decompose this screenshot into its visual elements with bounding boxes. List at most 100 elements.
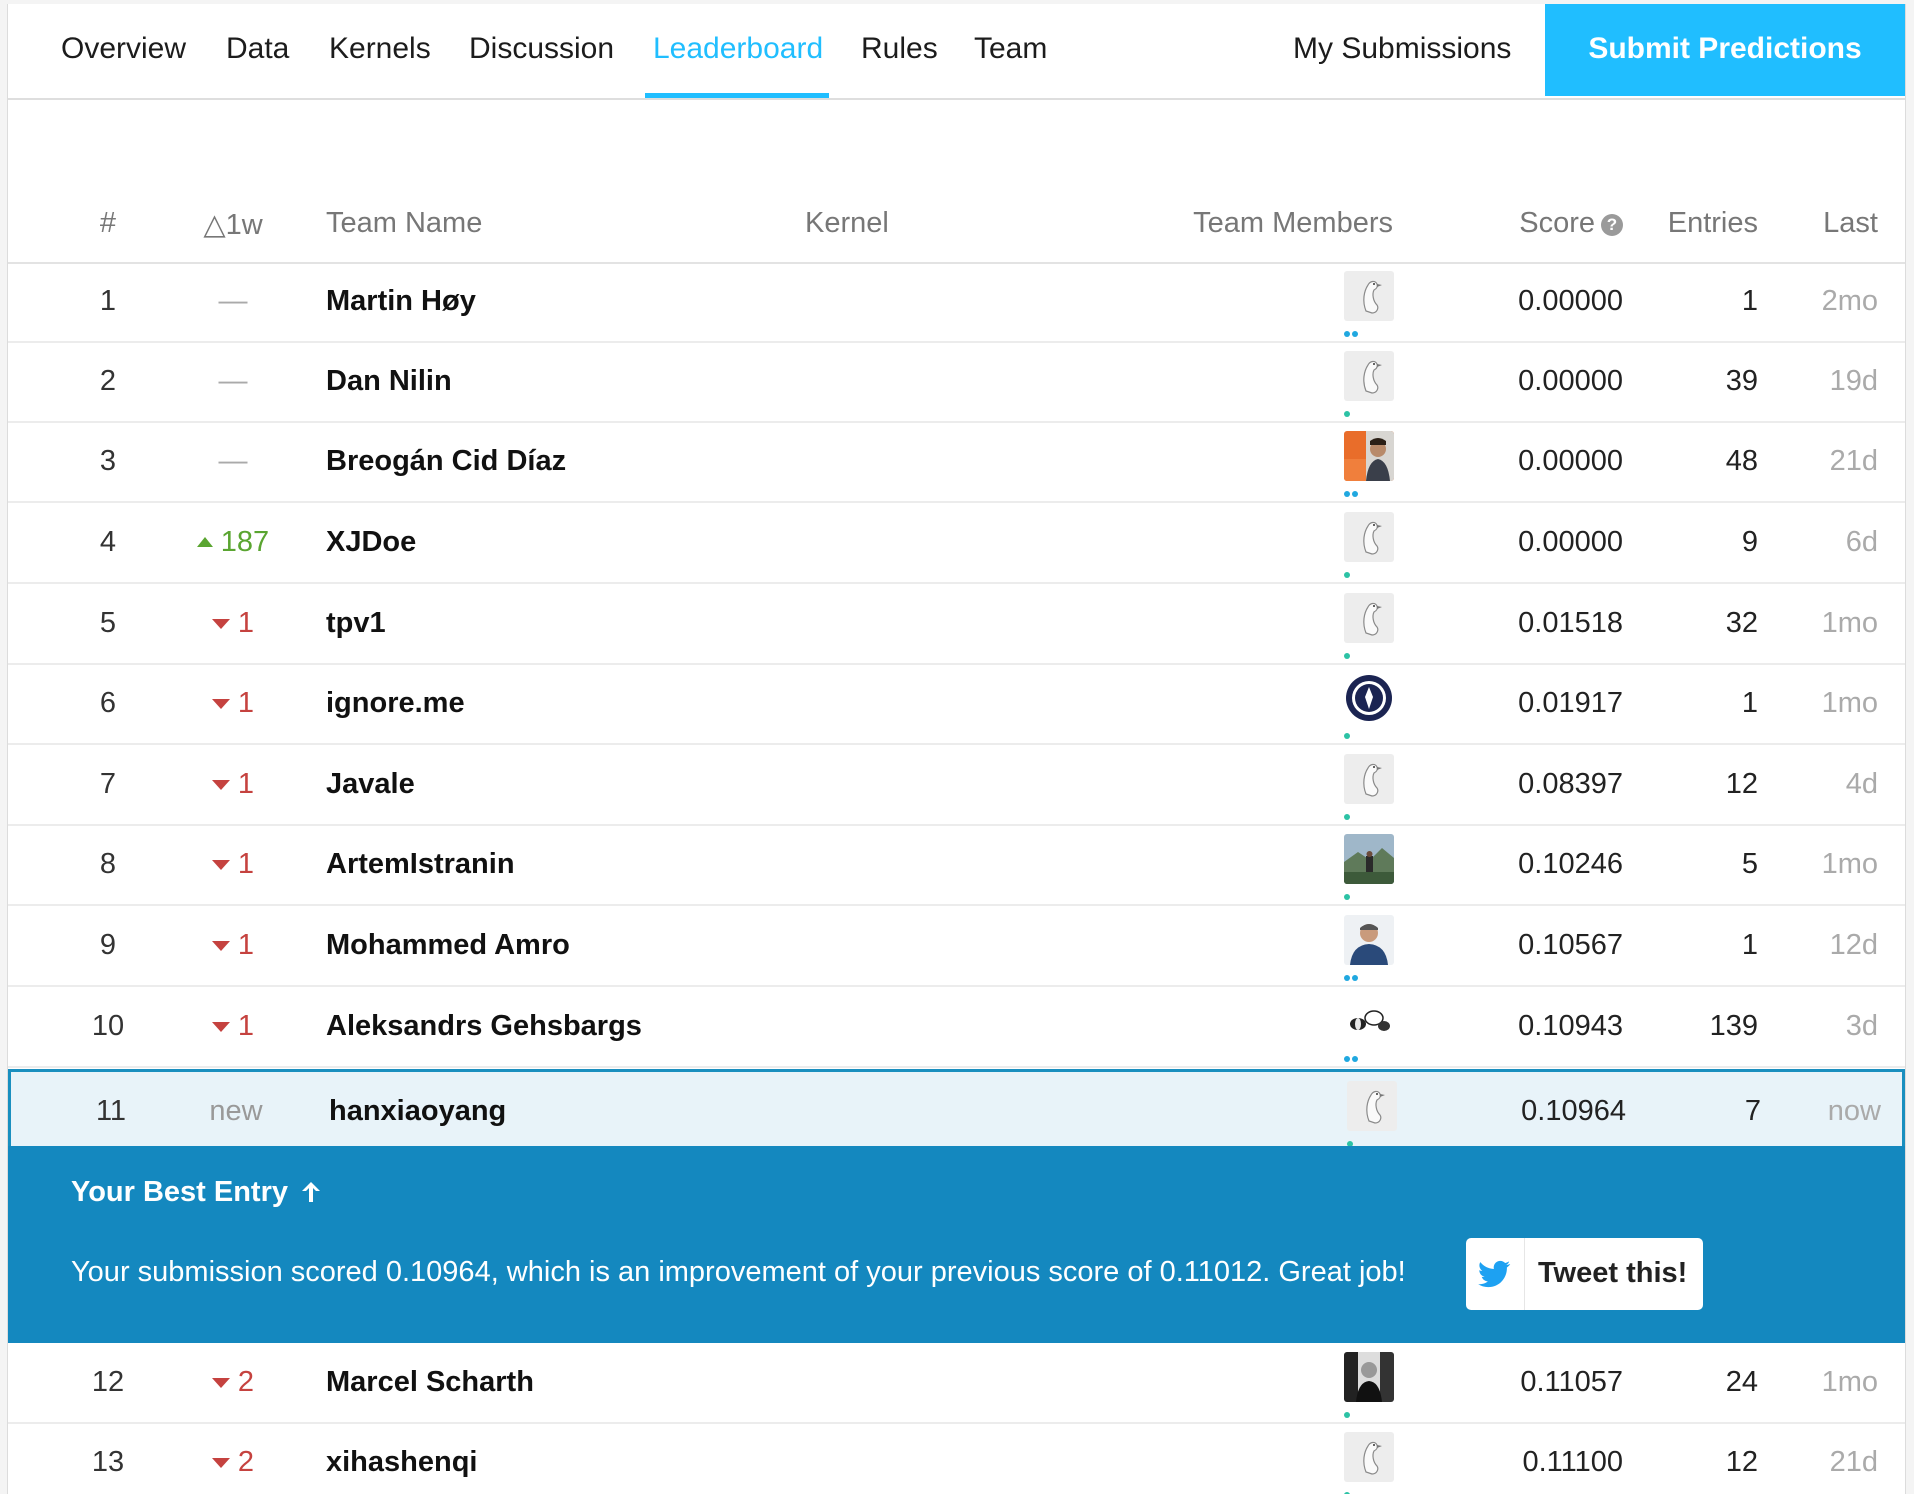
entries-cell: 32 bbox=[1725, 607, 1758, 639]
best-entry-title: Your Best Entry bbox=[71, 1176, 322, 1209]
team-name-link[interactable]: Aleksandrs Gehsbargs bbox=[326, 987, 642, 1066]
team-name-link[interactable]: Martin Høy bbox=[326, 262, 476, 341]
tab-kernels[interactable]: Kernels bbox=[329, 4, 431, 98]
team-member-avatar[interactable] bbox=[1344, 431, 1394, 481]
team-member-avatar[interactable] bbox=[1344, 593, 1394, 643]
leaderboard-header: # △1w Team Name Kernel Team Members Scor… bbox=[8, 189, 1905, 264]
tab-rules[interactable]: Rules bbox=[861, 4, 938, 98]
rank-cell: 10 bbox=[91, 1010, 125, 1042]
score-cell: 0.00000 bbox=[1518, 526, 1623, 558]
entries-cell: 9 bbox=[1741, 526, 1758, 558]
last-submission-cell: 1mo bbox=[1821, 607, 1878, 639]
change-cell: 2 bbox=[158, 1423, 308, 1494]
last-submission-cell: 2mo bbox=[1821, 285, 1878, 317]
team-member-avatar[interactable] bbox=[1344, 271, 1394, 321]
change-cell: 1 bbox=[158, 745, 308, 824]
member-status-dot bbox=[1352, 1056, 1358, 1062]
entries-cell: 48 bbox=[1725, 445, 1758, 477]
change-cell: 1 bbox=[158, 664, 308, 743]
team-name-link[interactable]: ignore.me bbox=[326, 664, 465, 743]
entries-cell: 39 bbox=[1725, 365, 1758, 397]
score-cell: 0.10943 bbox=[1518, 1010, 1623, 1042]
header-score: Score? bbox=[1498, 207, 1623, 240]
team-member-avatar[interactable] bbox=[1344, 996, 1394, 1046]
score-cell: 0.01917 bbox=[1518, 687, 1623, 719]
rank-cell: 11 bbox=[95, 1095, 127, 1127]
rank-cell: 4 bbox=[99, 526, 117, 558]
team-member-avatar[interactable] bbox=[1344, 915, 1394, 965]
best-entry-title-text: Your Best Entry bbox=[71, 1176, 289, 1208]
member-dots bbox=[1344, 968, 1360, 981]
rank-change-value: — bbox=[218, 285, 248, 317]
header-kernel: Kernel bbox=[805, 207, 889, 239]
rank-down-icon bbox=[211, 1378, 230, 1388]
change-cell: 1 bbox=[158, 987, 308, 1066]
rank-change-value: 1 bbox=[237, 687, 255, 719]
entries-cell: 1 bbox=[1741, 929, 1758, 961]
last-submission-cell: 1mo bbox=[1821, 1366, 1878, 1398]
change-cell: — bbox=[158, 342, 308, 421]
member-status-dot bbox=[1344, 411, 1350, 417]
team-name-link[interactable]: hanxiaoyang bbox=[329, 1072, 506, 1151]
my-submissions-link[interactable]: My Submissions bbox=[1293, 4, 1511, 98]
rank-down-icon bbox=[211, 1458, 230, 1468]
last-submission-cell: 4d bbox=[1845, 768, 1878, 800]
last-submission-cell: now bbox=[1827, 1095, 1881, 1127]
change-cell: 187 bbox=[158, 503, 308, 582]
rank-change-value: new bbox=[209, 1095, 263, 1127]
team-member-avatar[interactable] bbox=[1344, 754, 1394, 804]
help-icon[interactable]: ? bbox=[1601, 214, 1623, 236]
score-cell: 0.00000 bbox=[1518, 285, 1623, 317]
member-dots bbox=[1344, 1049, 1360, 1062]
team-name-link[interactable]: ArtemIstranin bbox=[326, 825, 515, 904]
score-cell: 0.10567 bbox=[1518, 929, 1623, 961]
rank-change-value: 2 bbox=[237, 1366, 255, 1398]
team-name-link[interactable]: tpv1 bbox=[326, 584, 386, 663]
team-name-link[interactable]: Marcel Scharth bbox=[326, 1343, 534, 1422]
member-status-dot bbox=[1344, 331, 1350, 337]
tab-discussion[interactable]: Discussion bbox=[469, 4, 614, 98]
team-member-avatar[interactable] bbox=[1344, 351, 1394, 401]
header-rank: # bbox=[99, 207, 117, 239]
submit-predictions-button[interactable]: Submit Predictions bbox=[1545, 4, 1905, 96]
entries-cell: 1 bbox=[1741, 687, 1758, 719]
member-dots bbox=[1344, 324, 1360, 337]
last-submission-cell: 19d bbox=[1829, 365, 1878, 397]
team-name-link[interactable]: Javale bbox=[326, 745, 415, 824]
member-dots bbox=[1344, 404, 1352, 417]
member-dots bbox=[1344, 484, 1360, 497]
tab-data[interactable]: Data bbox=[226, 4, 289, 98]
team-member-avatar[interactable] bbox=[1347, 1081, 1397, 1131]
rank-cell: 2 bbox=[99, 365, 117, 397]
member-dots bbox=[1344, 565, 1352, 578]
team-member-avatar[interactable] bbox=[1344, 1432, 1394, 1482]
header-team-name: Team Name bbox=[326, 207, 483, 239]
table-row: 2 — Dan Nilin 0.00000 39 19d bbox=[8, 342, 1905, 423]
entries-cell: 7 bbox=[1744, 1095, 1761, 1127]
table-row: 8 1 ArtemIstranin 0.10246 5 1mo bbox=[8, 825, 1905, 906]
rank-down-icon bbox=[211, 780, 230, 790]
active-tab-indicator bbox=[645, 93, 829, 98]
table-row: 6 1 ignore.me 0.01917 1 1mo bbox=[8, 664, 1905, 745]
tab-overview[interactable]: Overview bbox=[61, 4, 186, 98]
tweet-button[interactable]: Tweet this! bbox=[1466, 1238, 1703, 1310]
twitter-bird-icon bbox=[1466, 1238, 1525, 1310]
member-dots bbox=[1344, 887, 1352, 900]
team-name-link[interactable]: XJDoe bbox=[326, 503, 416, 582]
change-cell: 1 bbox=[158, 825, 308, 904]
tab-leaderboard[interactable]: Leaderboard bbox=[653, 4, 823, 98]
rank-change-value: 1 bbox=[237, 768, 255, 800]
team-member-avatar[interactable] bbox=[1344, 673, 1394, 723]
last-submission-cell: 3d bbox=[1845, 1010, 1878, 1042]
tab-team[interactable]: Team bbox=[974, 4, 1047, 98]
tweet-button-label: Tweet this! bbox=[1538, 1257, 1688, 1289]
rank-cell: 13 bbox=[91, 1446, 125, 1478]
team-name-link[interactable]: Breogán Cid Díaz bbox=[326, 422, 566, 501]
team-member-avatar[interactable] bbox=[1344, 512, 1394, 562]
team-name-link[interactable]: Mohammed Amro bbox=[326, 906, 570, 985]
team-member-avatar[interactable] bbox=[1344, 834, 1394, 884]
team-name-link[interactable]: xihashenqi bbox=[326, 1423, 478, 1494]
team-name-link[interactable]: Dan Nilin bbox=[326, 342, 452, 421]
best-entry-message: Your submission scored 0.10964, which is… bbox=[71, 1256, 1406, 1288]
team-member-avatar[interactable] bbox=[1344, 1352, 1394, 1402]
